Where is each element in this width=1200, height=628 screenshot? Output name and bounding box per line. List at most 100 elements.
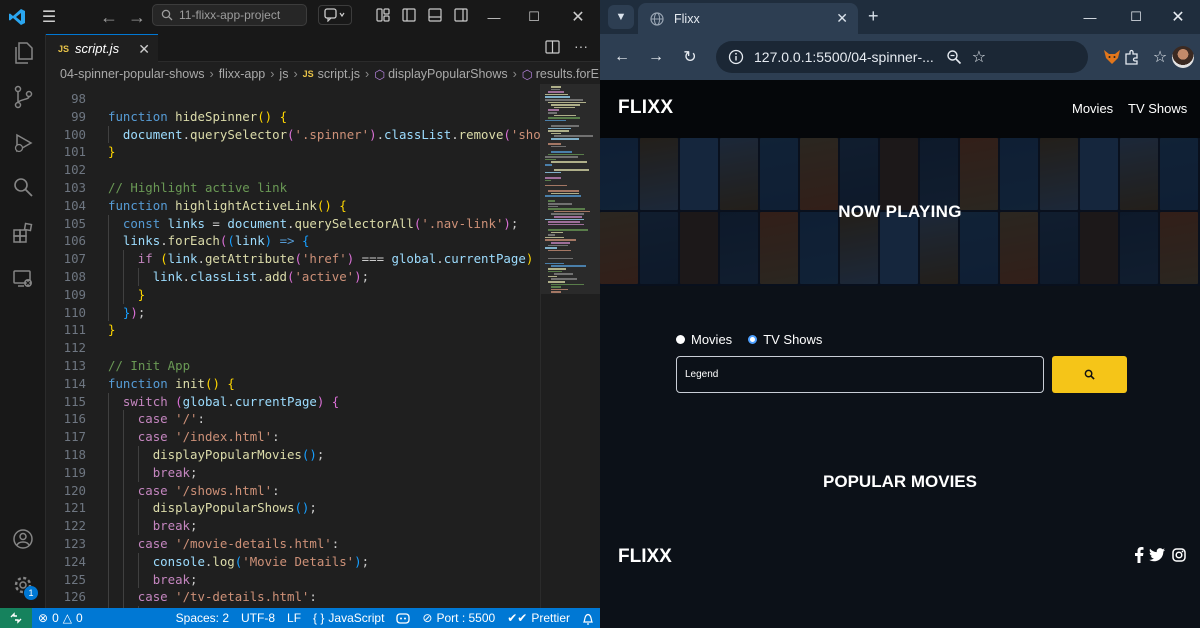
code-line[interactable]: 103 // Highlight active link	[46, 179, 540, 197]
forward-arrow-icon[interactable]: →	[124, 7, 150, 28]
close-window-icon[interactable]: ✕	[558, 0, 598, 34]
breadcrumb-symbol[interactable]: results.forE	[536, 67, 599, 81]
breadcrumb-folder[interactable]: flixx-app	[219, 67, 266, 81]
eol-status[interactable]: LF	[281, 608, 307, 628]
search-button[interactable]	[1052, 356, 1127, 393]
tab-close-icon[interactable]: ✕	[138, 41, 150, 58]
breadcrumb-file[interactable]: script.js	[318, 67, 360, 81]
site-info-icon[interactable]	[728, 49, 744, 65]
more-actions-icon[interactable]: ···	[574, 38, 588, 54]
bookmark-star-icon[interactable]: ☆	[972, 47, 986, 67]
prettier-status[interactable]: ✔✔ Prettier	[501, 608, 576, 628]
tab-search-chevron-icon[interactable]: ▼	[608, 5, 634, 29]
encoding-status[interactable]: UTF-8	[235, 608, 281, 628]
bookmarks-icon[interactable]: ☆	[1148, 45, 1172, 69]
code-line[interactable]: 117 case '/index.html':	[46, 428, 540, 446]
zoom-icon[interactable]	[946, 49, 962, 65]
command-center-search[interactable]: 11-flixx-app-project	[152, 4, 307, 26]
toggle-sidebar-icon[interactable]	[398, 5, 420, 25]
minimize-icon[interactable]: —	[1068, 0, 1112, 34]
extensions-icon[interactable]	[6, 216, 40, 250]
split-editor-icon[interactable]	[545, 40, 560, 57]
code-editor[interactable]: 98 99 function hideSpinner() {100 document.…	[46, 84, 540, 608]
instagram-icon[interactable]	[1170, 546, 1188, 564]
remote-explorer-icon[interactable]	[6, 262, 40, 296]
extensions-puzzle-icon[interactable]	[1120, 45, 1144, 69]
facebook-icon[interactable]	[1130, 546, 1148, 564]
code-line[interactable]: 126 case '/tv-details.html':	[46, 588, 540, 607]
site-logo[interactable]: FLIXX	[618, 97, 673, 119]
search-input[interactable]	[676, 356, 1044, 393]
copilot-chat-icon[interactable]	[318, 5, 352, 25]
code-line[interactable]: 109}	[46, 285, 540, 304]
twitter-icon[interactable]	[1148, 546, 1166, 564]
code-line[interactable]: 105 const links = document.querySelectorA…	[46, 214, 540, 233]
problems-indicator[interactable]: ⊗ 0 △ 0	[32, 608, 89, 628]
breadcrumb-folder[interactable]: 04-spinner-popular-shows	[60, 67, 205, 81]
code-line[interactable]: 99 function hideSpinner() {	[46, 108, 540, 126]
maximize-icon[interactable]: ☐	[514, 0, 554, 34]
nav-link-tv-shows[interactable]: TV Shows	[1128, 101, 1187, 116]
code-line[interactable]: 102	[46, 161, 540, 179]
tab-script-js[interactable]: JS script.js ✕	[46, 34, 158, 62]
code-line[interactable]: 113 // Init App	[46, 357, 540, 375]
code-line[interactable]: 116 case '/':	[46, 410, 540, 429]
code-text: case '/movie-details.html':	[138, 535, 339, 553]
remote-indicator[interactable]	[0, 608, 32, 628]
explorer-icon[interactable]	[6, 36, 40, 70]
code-line[interactable]: 114 function init() {	[46, 375, 540, 393]
minimap[interactable]	[540, 84, 600, 608]
language-mode[interactable]: { } JavaScript	[307, 608, 390, 628]
menu-icon[interactable]: ☰	[34, 0, 64, 34]
code-line[interactable]: 112	[46, 339, 540, 357]
indentation-status[interactable]: Spaces: 2	[170, 608, 235, 628]
radio-movies[interactable]	[676, 335, 685, 344]
live-server-port[interactable]: ⊘ Port : 5500	[416, 608, 501, 628]
code-line[interactable]: 98	[46, 90, 540, 108]
code-line[interactable]: 122 break;	[46, 517, 540, 535]
code-line[interactable]: 106 links.forEach((link) => {	[46, 232, 540, 251]
toggle-panel-icon[interactable]	[424, 5, 446, 25]
search-icon[interactable]	[6, 170, 40, 204]
code-line[interactable]: 107 if (link.getAttribute('href') === glo…	[46, 250, 540, 268]
code-line[interactable]: 121 displayPopularShows();	[46, 499, 540, 518]
close-window-icon[interactable]: ✕	[1156, 0, 1200, 34]
toggle-secondary-sidebar-icon[interactable]	[450, 5, 472, 25]
run-debug-icon[interactable]	[6, 126, 40, 160]
new-tab-icon[interactable]: +	[868, 6, 879, 27]
code-line[interactable]: 108 link.classList.add('active');	[46, 268, 540, 286]
notifications-icon[interactable]	[576, 608, 600, 628]
code-line[interactable]: 115 switch (global.currentPage) {	[46, 392, 540, 411]
forward-arrow-icon[interactable]: →	[644, 45, 668, 69]
code-line[interactable]: 124 console.log('Movie Details');	[46, 552, 540, 571]
reload-icon[interactable]: ↻	[678, 45, 702, 69]
code-line[interactable]: 101}	[46, 143, 540, 161]
back-arrow-icon[interactable]: ←	[610, 45, 634, 69]
copilot-status-icon[interactable]	[390, 608, 416, 628]
tab-close-icon[interactable]: ✕	[836, 10, 848, 27]
breadcrumb-folder[interactable]: js	[279, 67, 288, 81]
minimize-icon[interactable]: —	[474, 0, 514, 34]
profile-avatar[interactable]	[1172, 46, 1194, 68]
code-line[interactable]: 104 function highlightActiveLink() {	[46, 197, 540, 215]
code-line[interactable]: 123 case '/movie-details.html':	[46, 535, 540, 553]
nav-link-movies[interactable]: Movies	[1072, 101, 1113, 116]
address-bar[interactable]: 127.0.0.1:5500/04-spinner-... ☆	[716, 41, 1088, 73]
back-arrow-icon[interactable]: ←	[96, 7, 122, 28]
source-control-icon[interactable]	[6, 80, 40, 114]
accounts-icon[interactable]	[6, 522, 40, 556]
code-line[interactable]: 118 displayPopularMovies();	[46, 446, 540, 464]
breadcrumb-symbol[interactable]: displayPopularShows	[388, 67, 508, 81]
code-line[interactable]: 119 break;	[46, 463, 540, 482]
code-line[interactable]: 111}	[46, 321, 540, 339]
footer-logo[interactable]: FLIXX	[618, 546, 672, 568]
code-line[interactable]: 125 break;	[46, 570, 540, 589]
code-line[interactable]: 110});	[46, 303, 540, 322]
maximize-icon[interactable]: ☐	[1114, 0, 1158, 34]
settings-gear-icon[interactable]: 1	[6, 568, 40, 602]
layout-icon[interactable]	[372, 5, 394, 25]
code-line[interactable]: 100 document.querySelector('.spinner').cl…	[46, 125, 540, 144]
code-line[interactable]: 120 case '/shows.html':	[46, 481, 540, 500]
radio-tv-shows[interactable]	[748, 335, 758, 344]
browser-tab-flixx[interactable]: Flixx ✕	[638, 3, 858, 34]
